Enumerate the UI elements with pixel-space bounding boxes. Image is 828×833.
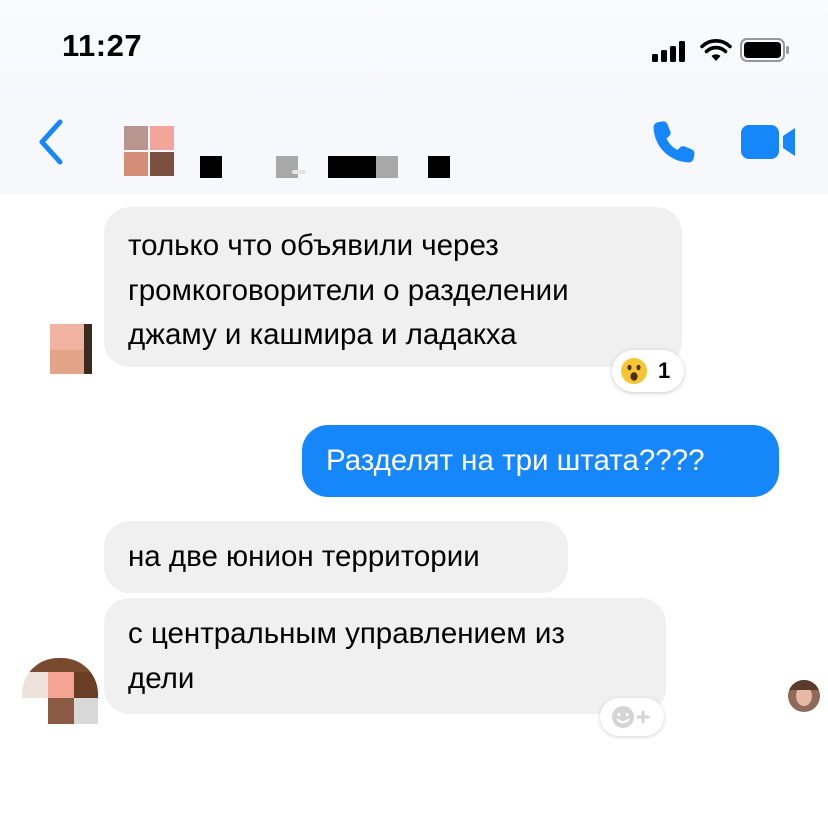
reaction-count: 1 [658, 358, 671, 383]
add-reaction-button[interactable] [600, 698, 664, 736]
astonished-face-icon [621, 358, 647, 384]
message-line: громкоговорители о разделении [128, 273, 569, 307]
message-reaction[interactable]: 1 [612, 350, 684, 392]
read-receipt-avatar [788, 680, 820, 712]
incoming-message-bubble[interactable]: на две юнион территории [104, 521, 568, 593]
message-line: только что объявили через [128, 229, 499, 262]
contact-status [292, 170, 306, 174]
outgoing-message-bubble[interactable]: Разделят на три штата???? [302, 425, 779, 497]
battery-icon [740, 38, 789, 62]
status-bar: 11:27 [0, 0, 828, 96]
back-button[interactable] [30, 116, 74, 168]
incoming-message-bubble[interactable]: только что объявили через громкоговорите… [104, 207, 682, 367]
wifi-icon [700, 39, 732, 61]
contact-name[interactable] [200, 124, 460, 178]
status-time: 11:27 [62, 28, 143, 63]
audio-call-button[interactable] [650, 118, 698, 166]
message-line: джаму и кашмира и ладакха [128, 318, 517, 351]
sender-avatar[interactable] [22, 658, 98, 724]
message-line: на две юнион территории [128, 540, 480, 573]
smiley-plus-icon [612, 706, 650, 728]
message-line: дели [128, 661, 195, 695]
message-line: с центральным управлением из [128, 617, 565, 650]
message-line: Разделят на три штата???? [326, 444, 705, 477]
cellular-signal-icon [652, 40, 688, 62]
video-call-button[interactable] [740, 123, 798, 161]
incoming-message-bubble[interactable]: с центральным управлением из дели [104, 598, 666, 714]
conversation-header [0, 96, 828, 194]
sender-avatar[interactable] [50, 324, 92, 374]
contact-avatar[interactable] [124, 126, 176, 178]
